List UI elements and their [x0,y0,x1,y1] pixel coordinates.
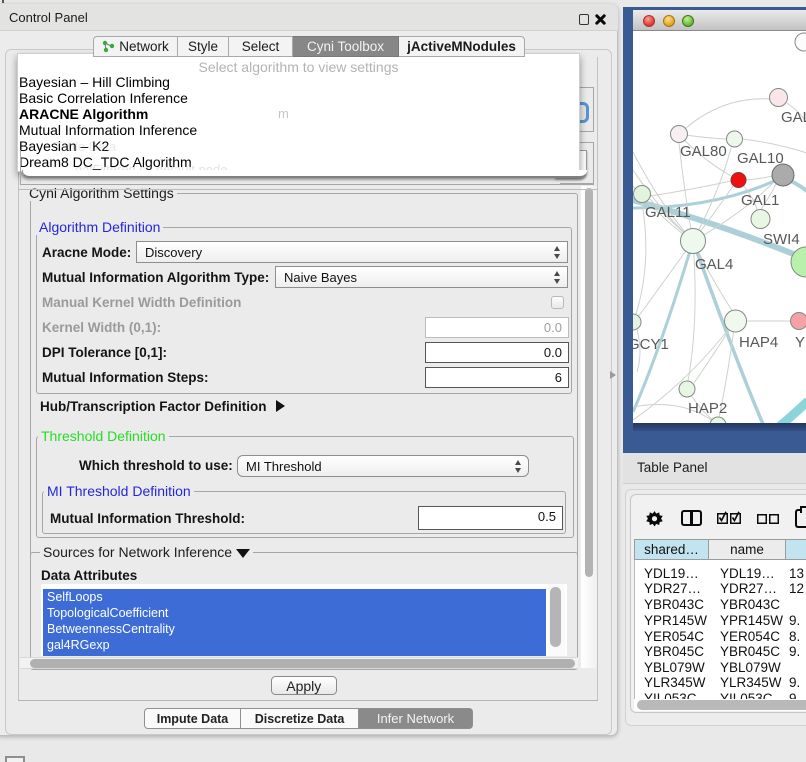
svg-text:GAL10: GAL10 [737,150,784,167]
svg-text:Y: Y [795,334,805,351]
svg-text:GAL4: GAL4 [695,256,733,273]
svg-text:HAP2: HAP2 [688,400,727,417]
svg-text:GAL80: GAL80 [680,143,727,160]
svg-text:GCY1: GCY1 [633,336,669,353]
svg-text:SWI4: SWI4 [763,231,800,248]
svg-text:HAP4: HAP4 [739,334,778,351]
svg-text:GAL1: GAL1 [741,192,779,209]
svg-text:GAL: GAL [781,109,806,126]
svg-text:GAL11: GAL11 [645,204,691,221]
